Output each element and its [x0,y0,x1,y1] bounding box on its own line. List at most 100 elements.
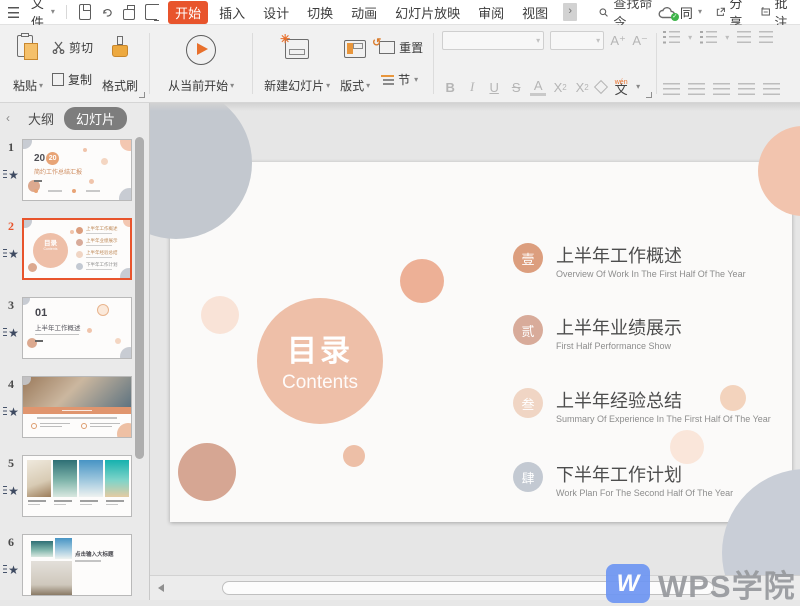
toc-item-title: 上半年业绩展示 [556,314,796,340]
slide-thumbnail-3[interactable]: 01 上半年工作概述 [22,297,132,359]
play-group: 从当前开始▾ [152,29,250,98]
section-button[interactable]: 节▾ [379,71,423,88]
undo-icon[interactable] [101,4,113,20]
more-tabs-button[interactable]: › [563,3,577,21]
play-from-current-button[interactable]: 从当前开始▾ [156,31,246,96]
animation-star-icon: ★ [3,564,19,576]
superscript-button[interactable]: X2 [552,80,568,95]
clear-format-icon[interactable] [594,80,608,94]
dialog-launcher[interactable] [646,92,652,98]
tab-home[interactable]: 开始 [168,1,208,24]
phonetic-guide-button[interactable]: wén 文 [612,83,630,96]
thumb-title: 上半年工作概述 [35,322,81,332]
font-family-select[interactable]: ▾ [442,31,544,50]
distribute-button[interactable] [763,83,780,96]
slide-thumbnail-4[interactable] [22,376,132,438]
dialog-launcher[interactable] [139,92,145,98]
save-icon[interactable] [79,4,91,20]
slide-canvas[interactable]: 目录 Contents 壹 上半年工作概述 Overview Of Work I… [150,103,800,600]
slide-row-2: 2 ★ 目录 Contents 上半年工作概述 上半年业绩展示 上半年经验总结 … [0,218,134,280]
strikethrough-button[interactable]: S [508,80,524,95]
reset-button[interactable]: 重置 [379,39,423,56]
slide-row-5: 5 ★ [0,455,134,517]
reset-icon [379,41,395,54]
tab-outline[interactable]: 大纲 [28,109,54,128]
tab-view[interactable]: 视图 [515,1,555,24]
slide-thumbnail-2-selected[interactable]: 目录 Contents 上半年工作概述 上半年业绩展示 上半年经验总结 下半年工… [22,218,132,280]
grow-font-button[interactable]: A⁺ [610,33,626,49]
slide-thumbnail-6[interactable]: 点击输入大标题 [22,534,132,596]
align-center-button[interactable] [688,83,705,96]
clipboard-group: 粘贴▾ 剪切 复制 格式刷 [4,29,147,98]
new-slide-button[interactable]: ✳ 新建幻灯片▾ [259,31,335,96]
slide-row-3: 3 ★ 01 上半年工作概述 [0,297,134,359]
slide-row-6: 6 ★ 点击输入大标题 [0,534,134,596]
thumb-photo [105,460,129,497]
cut-button[interactable]: 剪切 [52,39,93,56]
thumb-title: 点击输入大标题 [75,550,114,558]
font-color-button[interactable]: A [530,78,546,96]
paste-icon [17,35,39,62]
scroll-left-icon[interactable] [158,584,164,592]
toc-item-1[interactable]: 壹 上半年工作概述 Overview Of Work In The First … [513,243,543,273]
toc-item-3[interactable]: 叁 上半年经验总结 Summary Of Experience In The F… [513,388,543,418]
underline-button[interactable]: U [486,80,502,95]
thumb-year-circle: 20 [46,152,59,165]
copy-button[interactable]: 复制 [52,71,93,88]
justify-button[interactable] [738,83,755,96]
sidebar-scrollbar[interactable] [135,137,144,459]
bold-button[interactable]: B [442,80,458,95]
tab-insert[interactable]: 插入 [212,1,252,24]
toc-item-4[interactable]: 肆 下半年工作计划 Work Plan For The Second Half … [513,462,543,492]
align-left-button[interactable] [663,83,680,96]
slide-thumbnail-1[interactable]: 2020 简约工作总结汇报 [22,139,132,201]
toc-title-circle[interactable]: 目录 Contents [257,298,383,424]
section-label: 节 [398,71,410,88]
slide-row-1: 1 ★ 2020 简约工作总结汇报 [0,139,134,201]
section-icon [379,74,394,86]
thumb-title: 简约工作总结汇报 [34,167,82,176]
animation-star-icon: ★ [3,248,19,260]
hamburger-menu-icon[interactable] [8,7,19,18]
increase-indent-button[interactable] [759,31,773,44]
new-slide-icon: ✳ [285,39,309,59]
italic-button[interactable]: I [464,79,480,95]
toc-item-subtitle: Overview Of Work In The First Half Of Th… [556,269,800,279]
tab-slides[interactable]: 幻灯片 [64,107,127,130]
subscript-button[interactable]: X2 [574,80,590,95]
slide-number: 5 [8,456,14,471]
slide-thumbnail-5[interactable] [22,455,132,517]
search-icon [599,6,608,19]
shrink-font-button[interactable]: A⁻ [632,33,648,49]
toc-title-en: Contents [257,372,383,394]
cut-label: 剪切 [69,39,93,56]
layout-button[interactable]: 版式▾ [335,31,375,96]
print-icon[interactable] [123,9,135,20]
tab-transition[interactable]: 切换 [300,1,340,24]
decrease-indent-button[interactable] [737,31,751,44]
tab-review[interactable]: 审阅 [471,1,511,24]
reset-label: 重置 [399,39,423,56]
tab-animation[interactable]: 动画 [344,1,384,24]
toc-item-title: 上半年工作概述 [556,242,796,268]
chevron-down-icon: ▾ [51,8,55,16]
toc-item-number-circle: 肆 [513,462,543,492]
tab-slideshow[interactable]: 幻灯片放映 [388,1,467,24]
output-icon[interactable] [145,4,157,20]
paste-button[interactable]: 粘贴▾ [8,31,48,96]
wps-academy-label: WPS学院 [658,561,796,606]
number-list-button[interactable]: ▾ [700,31,729,44]
toc-item-subtitle: Work Plan For The Second Half Of The Yea… [556,488,800,498]
slide-panel: ‹ 大纲 幻灯片 1 ★ 2020 简约工作总结汇报 [0,103,150,600]
scissors-icon [52,41,65,54]
tab-design[interactable]: 设计 [256,1,296,24]
format-painter-button[interactable]: 格式刷 [97,31,143,96]
collapse-panel-icon[interactable]: ‹ [6,111,10,125]
align-right-button[interactable] [713,83,730,96]
deco-circle-small [201,296,239,334]
font-size-select[interactable]: ▾ [550,31,604,50]
thumb-toc-circle: 目录 Contents [33,233,68,268]
toc-item-2[interactable]: 贰 上半年业绩展示 First Half Performance Show [513,315,543,345]
layout-label: 版式 [340,77,364,94]
bullet-list-button[interactable]: ▾ [663,31,692,44]
